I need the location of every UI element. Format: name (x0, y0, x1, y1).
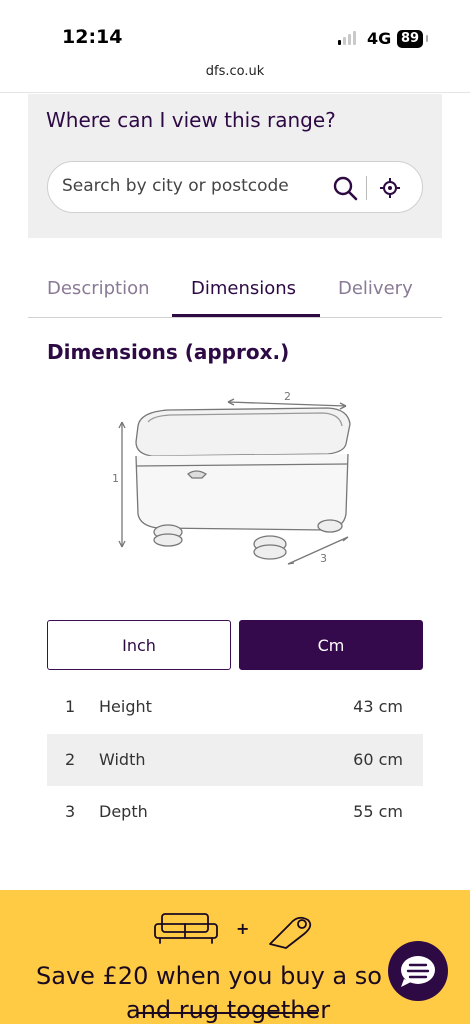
table-row: 3 Depth 55 cm (47, 786, 423, 839)
signal-icon (338, 31, 356, 45)
status-time: 12:14 (62, 26, 123, 48)
row-value: 43 cm (353, 697, 403, 716)
active-tab-indicator (172, 314, 320, 317)
status-bar: 12:14 4G 89 (0, 0, 470, 60)
row-number: 2 (65, 749, 76, 769)
table-row: 2 Width 60 cm (47, 733, 423, 787)
row-name: Width (99, 749, 146, 769)
diagram-label-width: 2 (284, 390, 291, 403)
tab-dimensions[interactable]: Dimensions (191, 278, 296, 299)
unit-toggle: Inch Cm (47, 620, 423, 670)
divider (0, 92, 470, 93)
row-number: 1 (65, 697, 76, 716)
row-number: 3 (65, 802, 76, 822)
promo-text-line2: and rug together (126, 996, 331, 1024)
dimensions-title: Dimensions (approx.) (47, 340, 290, 364)
locate-icon[interactable] (379, 177, 401, 199)
search-icon[interactable] (332, 175, 358, 201)
battery-tip (426, 35, 428, 42)
cm-button[interactable]: Cm (239, 620, 423, 670)
diagram-label-depth: 3 (320, 552, 327, 565)
row-value: 55 cm (353, 802, 403, 822)
row-name: Height (99, 697, 152, 716)
store-locator: Where can I view this range? (28, 94, 442, 238)
row-name: Depth (99, 802, 148, 822)
diagram-label-height: 1 (112, 472, 119, 485)
battery-icon: 89 (397, 30, 424, 48)
strike-line (138, 1012, 318, 1014)
tab-delivery[interactable]: Delivery (338, 278, 413, 299)
network-type: 4G (367, 29, 392, 48)
row-value: 60 cm (353, 749, 403, 769)
chat-icon (401, 956, 435, 987)
promo-text: Save £20 when you buy a so (36, 962, 382, 990)
store-locator-title: Where can I view this range? (46, 108, 336, 132)
search-field[interactable] (47, 161, 423, 213)
sofa-and-rug-icons: + (154, 913, 312, 949)
chat-button[interactable] (388, 941, 448, 1001)
search-input[interactable] (62, 176, 322, 196)
plus-sign: + (236, 919, 249, 938)
url-bar[interactable]: dfs.co.uk (0, 64, 470, 79)
inch-button[interactable]: Inch (47, 620, 231, 670)
footstool-diagram: 2 1 3 (112, 390, 351, 565)
table-row: 1 Height 43 cm (47, 681, 423, 734)
product-tabs: Description Dimensions Delivery (28, 268, 442, 318)
tab-description[interactable]: Description (47, 278, 150, 299)
search-separator (366, 176, 367, 200)
dimensions-table: 1 Height 43 cm 2 Width 60 cm 3 Depth 55 … (47, 681, 423, 839)
